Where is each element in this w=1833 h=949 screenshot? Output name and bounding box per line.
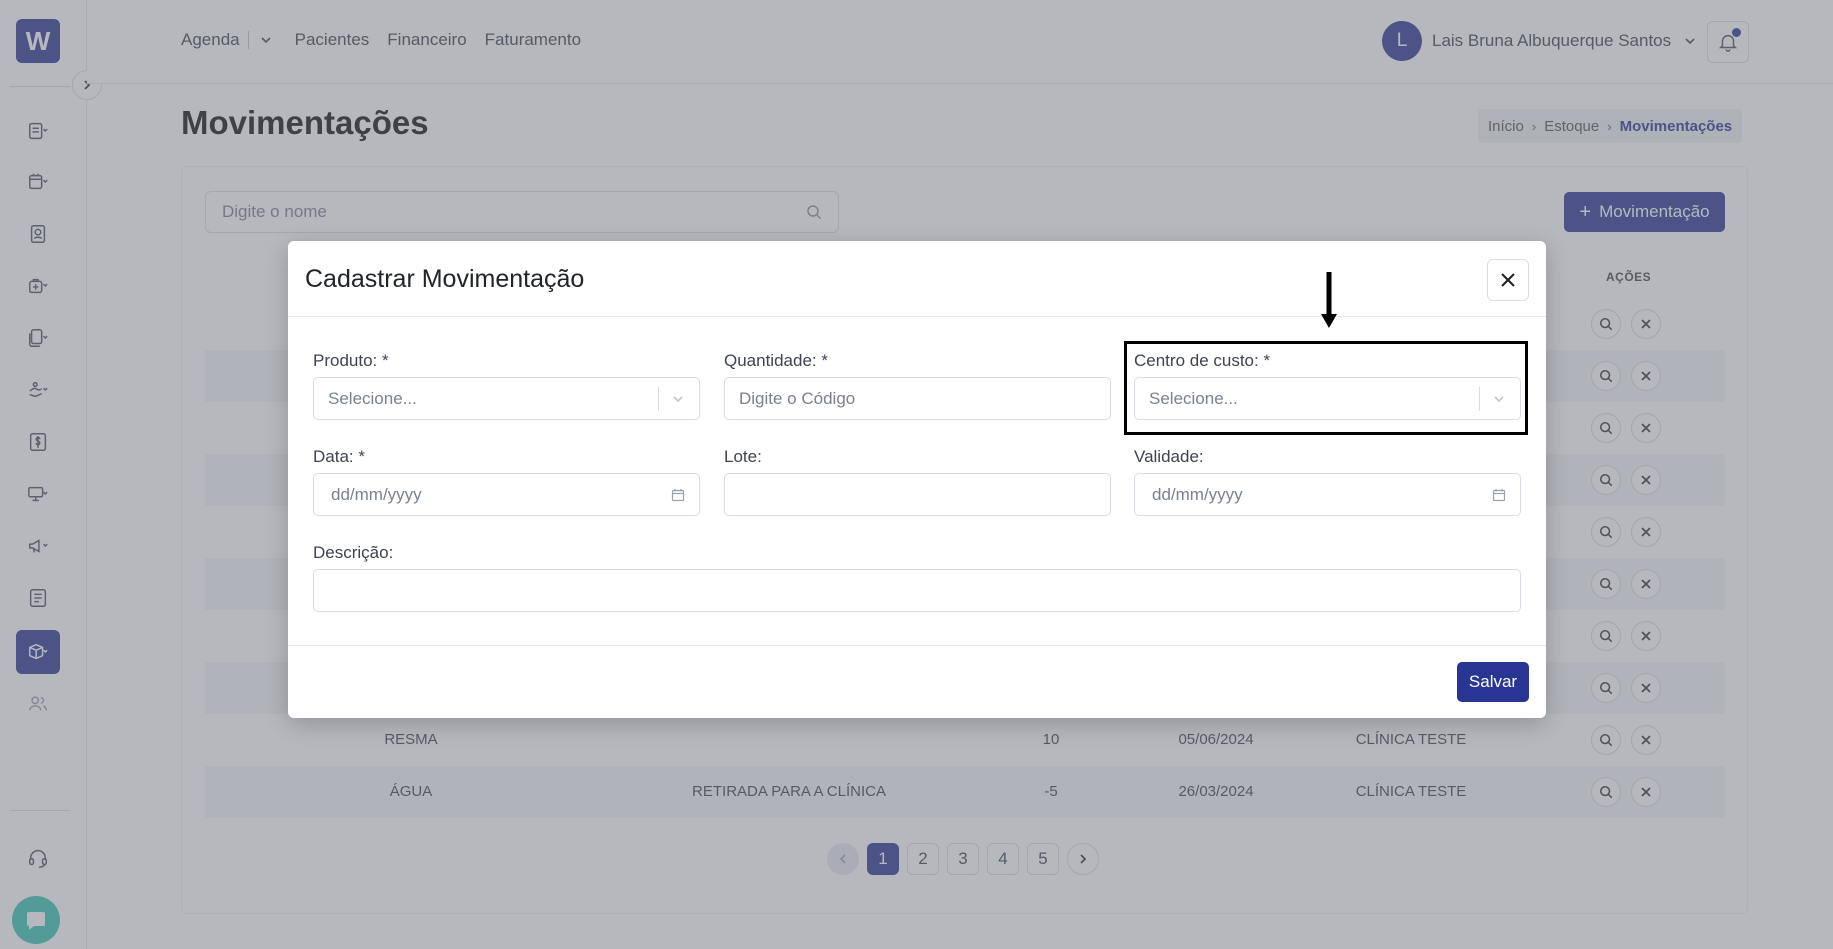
calendar-icon	[1492, 488, 1506, 501]
select-separator	[658, 386, 659, 411]
produto-label: Produto: *	[313, 351, 389, 370]
validade-input[interactable]: dd/mm/yyyy	[1134, 473, 1521, 516]
validade-label: Validade:	[1134, 447, 1204, 466]
pointer-arrow-icon	[1321, 272, 1337, 328]
lote-label: Lote:	[724, 447, 762, 466]
quantidade-label: Quantidade: *	[724, 351, 828, 370]
produto-placeholder: Selecione...	[328, 388, 417, 408]
descricao-label: Descrição:	[313, 543, 394, 562]
quantidade-placeholder: Digite o Código	[739, 388, 856, 408]
lote-input[interactable]	[724, 473, 1111, 516]
data-placeholder: dd/mm/yyyy	[331, 484, 422, 504]
modal-title: Cadastrar Movimentação	[305, 265, 585, 293]
data-input[interactable]: dd/mm/yyyy	[313, 473, 700, 516]
quantidade-input[interactable]: Digite o Código	[724, 377, 1111, 420]
close-icon	[1501, 273, 1515, 287]
modal-close-button[interactable]	[1487, 259, 1529, 301]
chevron-down-icon	[673, 395, 683, 402]
produto-select[interactable]: Selecione...	[313, 377, 700, 420]
calendar-icon	[671, 488, 685, 501]
date-picker-trigger[interactable]	[1492, 488, 1506, 502]
validade-placeholder: dd/mm/yyyy	[1152, 484, 1243, 504]
date-picker-trigger[interactable]	[671, 488, 685, 502]
modal-footer-divider	[288, 645, 1546, 646]
descricao-input[interactable]	[313, 569, 1521, 612]
highlight-box	[1124, 341, 1528, 435]
data-label: Data: *	[313, 447, 365, 466]
select-indicators	[658, 386, 685, 411]
cadastrar-movimentacao-modal: Cadastrar Movimentação Produto: * Seleci…	[288, 241, 1546, 718]
modal-header-divider	[288, 316, 1546, 317]
save-button[interactable]: Salvar	[1457, 662, 1529, 702]
